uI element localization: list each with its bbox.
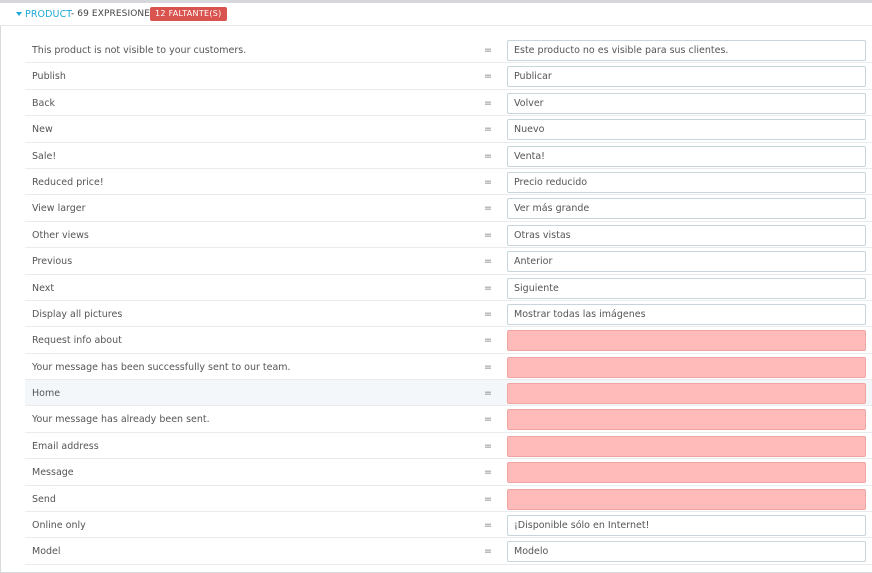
translation-input[interactable] — [507, 356, 866, 378]
source-text: Your message has already been sent. — [32, 414, 210, 426]
equals-sign: = — [484, 546, 492, 558]
source-text: Online only — [32, 520, 86, 532]
translation-row: Back = — [25, 90, 872, 117]
translation-row: Previous = — [25, 248, 872, 275]
translation-input[interactable] — [507, 541, 866, 563]
equals-sign: = — [484, 414, 492, 426]
translation-input[interactable] — [507, 251, 866, 273]
source-text: Email address — [32, 440, 99, 452]
equals-sign: = — [484, 467, 492, 479]
translation-row: Your message has been successfully sent … — [25, 354, 872, 381]
translation-input[interactable] — [507, 488, 866, 510]
translation-row: Request info about = — [25, 327, 872, 354]
translation-input[interactable] — [507, 145, 866, 167]
source-text: View larger — [32, 203, 86, 215]
translation-row: Your message has already been sent. = — [25, 406, 872, 433]
equals-sign: = — [484, 493, 492, 505]
translation-input[interactable] — [507, 119, 866, 141]
translation-row: Sale! = — [25, 143, 872, 169]
translation-row: Model = — [25, 538, 872, 565]
translation-row: Email address = — [25, 433, 872, 460]
translation-input[interactable] — [507, 277, 866, 299]
source-text: Sale! — [32, 150, 57, 162]
source-text: Request info about — [32, 335, 122, 347]
equals-sign: = — [484, 282, 492, 294]
translation-input[interactable] — [507, 515, 866, 537]
equals-sign: = — [484, 150, 492, 162]
translation-row: Reduced price! = — [25, 169, 872, 196]
left-border — [0, 3, 1, 573]
source-text: Message — [32, 467, 74, 479]
equals-sign: = — [484, 71, 492, 83]
source-text: Other views — [32, 229, 89, 241]
source-text: Your message has been successfully sent … — [32, 361, 291, 373]
source-text: Reduced price! — [32, 176, 104, 188]
equals-sign: = — [484, 124, 492, 136]
source-text: Send — [32, 493, 56, 505]
source-text: Display all pictures — [32, 308, 123, 320]
equals-sign: = — [484, 203, 492, 215]
expression-count: - 69 EXPRESIONES — [71, 9, 156, 19]
translation-input[interactable] — [507, 383, 866, 405]
source-text: Publish — [32, 71, 66, 83]
source-text: Back — [32, 97, 56, 109]
translation-input[interactable] — [507, 303, 866, 325]
source-text: Previous — [32, 256, 73, 268]
collapse-arrow-icon[interactable] — [16, 12, 22, 16]
equals-sign: = — [484, 388, 492, 400]
translation-row: This product is not visible to your cust… — [25, 37, 872, 64]
equals-sign: = — [484, 520, 492, 532]
equals-sign: = — [484, 256, 492, 268]
equals-sign: = — [484, 229, 492, 241]
translation-row: New = — [25, 116, 872, 143]
translation-input[interactable] — [507, 66, 866, 88]
equals-sign: = — [484, 97, 492, 109]
source-text: Model — [32, 546, 61, 558]
equals-sign: = — [484, 308, 492, 320]
equals-sign: = — [484, 176, 492, 188]
translation-input[interactable] — [507, 224, 866, 246]
translation-list: This product is not visible to your cust… — [25, 37, 872, 565]
translation-input[interactable] — [507, 409, 866, 431]
equals-sign: = — [484, 440, 492, 452]
translation-input[interactable] — [507, 171, 866, 193]
translation-input[interactable] — [507, 92, 866, 114]
section-title[interactable]: PRODUCT — [25, 9, 72, 20]
translation-row: Message = — [25, 459, 872, 486]
missing-badge: 12 FALTANTE(S) — [150, 7, 227, 21]
translation-row: Online only = — [25, 512, 872, 539]
translation-row: Other views = — [25, 222, 872, 249]
source-text: New — [32, 124, 53, 136]
translation-row: Next = — [25, 275, 872, 301]
translation-row: Home = — [25, 380, 872, 407]
section-header[interactable]: PRODUCT - 69 EXPRESIONES 12 FALTANTE(S) — [0, 3, 872, 26]
translation-input[interactable] — [507, 40, 866, 61]
translation-row: View larger = — [25, 195, 872, 222]
translation-input[interactable] — [507, 330, 866, 352]
translation-row: Display all pictures = — [25, 301, 872, 328]
translation-input[interactable] — [507, 198, 866, 220]
translation-input[interactable] — [507, 462, 866, 484]
translation-row: Send = — [25, 486, 872, 513]
translation-input[interactable] — [507, 435, 866, 457]
equals-sign: = — [484, 361, 492, 373]
source-text: Home — [32, 388, 61, 400]
source-text: This product is not visible to your cust… — [32, 45, 247, 56]
translation-row: Publish = — [25, 63, 872, 90]
equals-sign: = — [484, 335, 492, 347]
equals-sign: = — [484, 45, 492, 56]
source-text: Next — [32, 282, 55, 294]
